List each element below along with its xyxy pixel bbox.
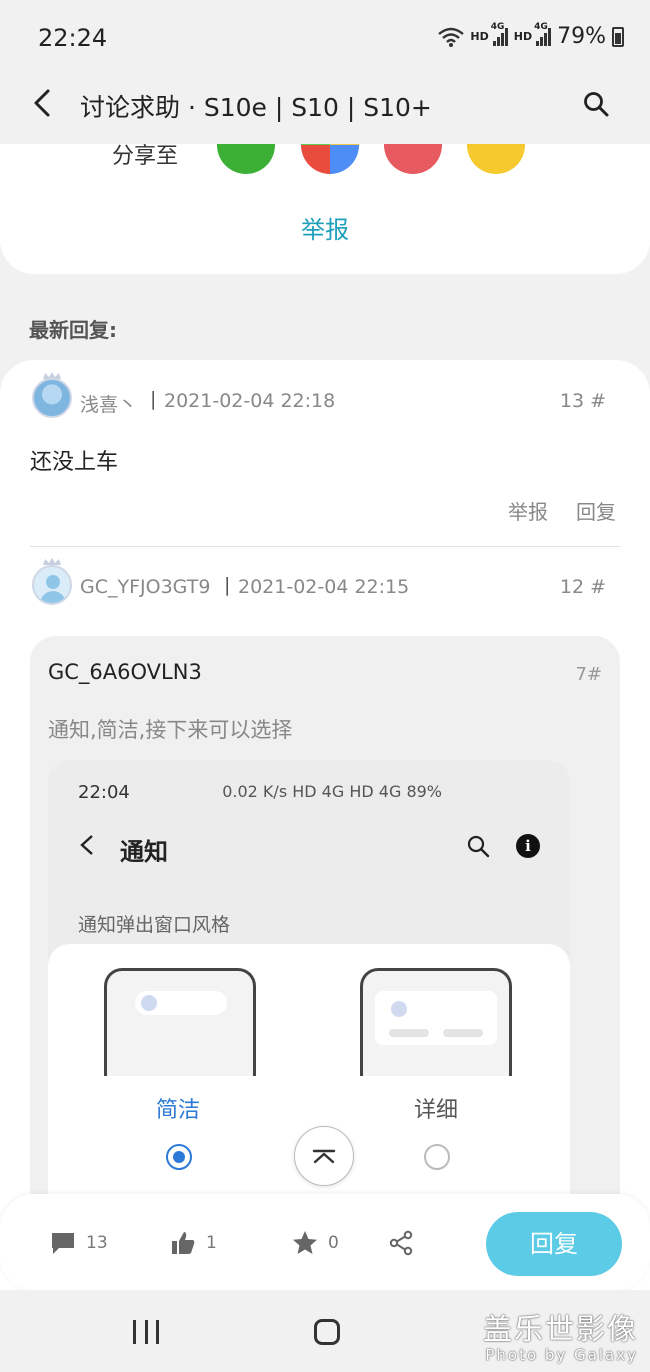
system-nav-bar: 盖乐世影像 Photo by Galaxy <box>0 1290 650 1372</box>
status-indicators: HD 4G HD 4G 79% <box>438 22 624 49</box>
status-time: 22:24 <box>38 24 108 52</box>
recent-apps-icon[interactable] <box>133 1320 159 1344</box>
brief-preview <box>104 968 256 1076</box>
shot-section-label: 通知弹出窗口风格 <box>78 914 231 936</box>
shot-time: 22:04 <box>78 782 130 803</box>
moments-icon[interactable] <box>301 144 359 174</box>
scroll-to-top-button[interactable] <box>294 1126 354 1186</box>
shot-status: 0.02 K/s HD 4G HD 4G 89% <box>222 782 442 801</box>
watermark-subtitle: Photo by Galaxy <box>485 1346 638 1364</box>
weibo-icon[interactable] <box>384 144 442 174</box>
signal-icon-2: 4G <box>534 22 552 46</box>
battery-icon <box>612 26 624 47</box>
star-icon <box>293 1231 317 1254</box>
quote-username: GC_6A6OVLN3 <box>48 660 202 684</box>
favorites-count: 0 <box>328 1233 339 1253</box>
back-arrow-icon[interactable] <box>28 88 58 118</box>
battery-percent: 79% <box>557 24 606 49</box>
floor-number: 12 # <box>559 576 606 598</box>
option-brief-label: 简洁 <box>156 1098 201 1123</box>
avatar[interactable] <box>32 378 72 418</box>
search-icon[interactable] <box>582 90 610 118</box>
network-gen-label-2: 4G <box>534 21 548 32</box>
share-icon <box>389 1230 413 1256</box>
comments-button[interactable]: 13 <box>50 1230 108 1256</box>
option-detail-label: 详细 <box>414 1098 459 1123</box>
report-reply-link[interactable]: 举报 <box>508 496 548 525</box>
reply-date: 2021-02-04 22:15 <box>238 576 410 598</box>
hd-label-1: HD <box>470 30 489 43</box>
watermark: 盖乐世影像 Photo by Galaxy <box>483 1306 638 1364</box>
thumbs-up-icon <box>172 1232 195 1254</box>
meta-separator: | <box>150 388 157 410</box>
shot-title: 通知 <box>120 838 168 866</box>
radio-brief-selected <box>166 1144 192 1170</box>
reply-text: 还没上车 <box>30 450 119 475</box>
share-button[interactable] <box>388 1230 414 1256</box>
quote-text: 通知,简洁,接下来可以选择 <box>48 718 293 742</box>
comment-icon <box>52 1233 74 1254</box>
preview-dot <box>391 1001 407 1017</box>
back-arrow-icon <box>80 835 93 855</box>
app-bar: 讨论求助 · S10e | S10 | S10+ <box>0 80 650 144</box>
preview-line <box>389 1029 429 1037</box>
watermark-title: 盖乐世影像 <box>482 1312 638 1346</box>
preview-dot <box>141 995 157 1011</box>
status-bar: 22:24 HD 4G HD 4G 79% <box>0 0 650 80</box>
qzone-icon[interactable] <box>467 144 525 174</box>
search-icon <box>467 835 490 858</box>
signal-icon-1: 4G <box>491 22 508 46</box>
reply-username[interactable]: 浅喜丶 <box>80 390 137 417</box>
likes-count: 1 <box>206 1233 217 1253</box>
page-title: 讨论求助 · S10e | S10 | S10+ <box>80 93 432 122</box>
share-card: 分享至 举报 <box>0 144 650 274</box>
bottom-action-bar: 13 1 0 回复 <box>0 1194 650 1290</box>
preview-line <box>443 1029 483 1037</box>
detail-preview <box>360 968 512 1076</box>
wechat-icon[interactable] <box>217 144 275 174</box>
reply-button[interactable]: 回复 <box>486 1212 622 1276</box>
reply-username[interactable]: GC_YFJO3GT9 <box>80 576 210 598</box>
latest-replies-label: 最新回复: <box>29 318 117 342</box>
quote-floor: 7# <box>575 664 602 685</box>
comments-count: 13 <box>86 1233 108 1253</box>
like-button[interactable]: 1 <box>170 1230 217 1256</box>
favorite-button[interactable]: 0 <box>292 1230 339 1256</box>
radio-detail <box>424 1144 450 1170</box>
reply-date: 2021-02-04 22:18 <box>164 390 336 412</box>
home-icon[interactable] <box>314 1319 340 1345</box>
meta-separator: | <box>224 574 231 596</box>
info-icon: i <box>516 834 540 858</box>
hd-label-2: HD <box>513 30 533 43</box>
network-gen-label-1: 4G <box>490 21 505 32</box>
reply-link[interactable]: 回复 <box>576 496 616 525</box>
floor-number: 13 # <box>559 390 606 412</box>
avatar[interactable] <box>32 565 72 605</box>
share-label: 分享至 <box>112 144 179 169</box>
chevron-up-icon <box>312 1149 336 1164</box>
divider <box>30 546 620 547</box>
report-post-link[interactable]: 举报 <box>0 210 650 245</box>
wifi-icon <box>438 27 465 47</box>
